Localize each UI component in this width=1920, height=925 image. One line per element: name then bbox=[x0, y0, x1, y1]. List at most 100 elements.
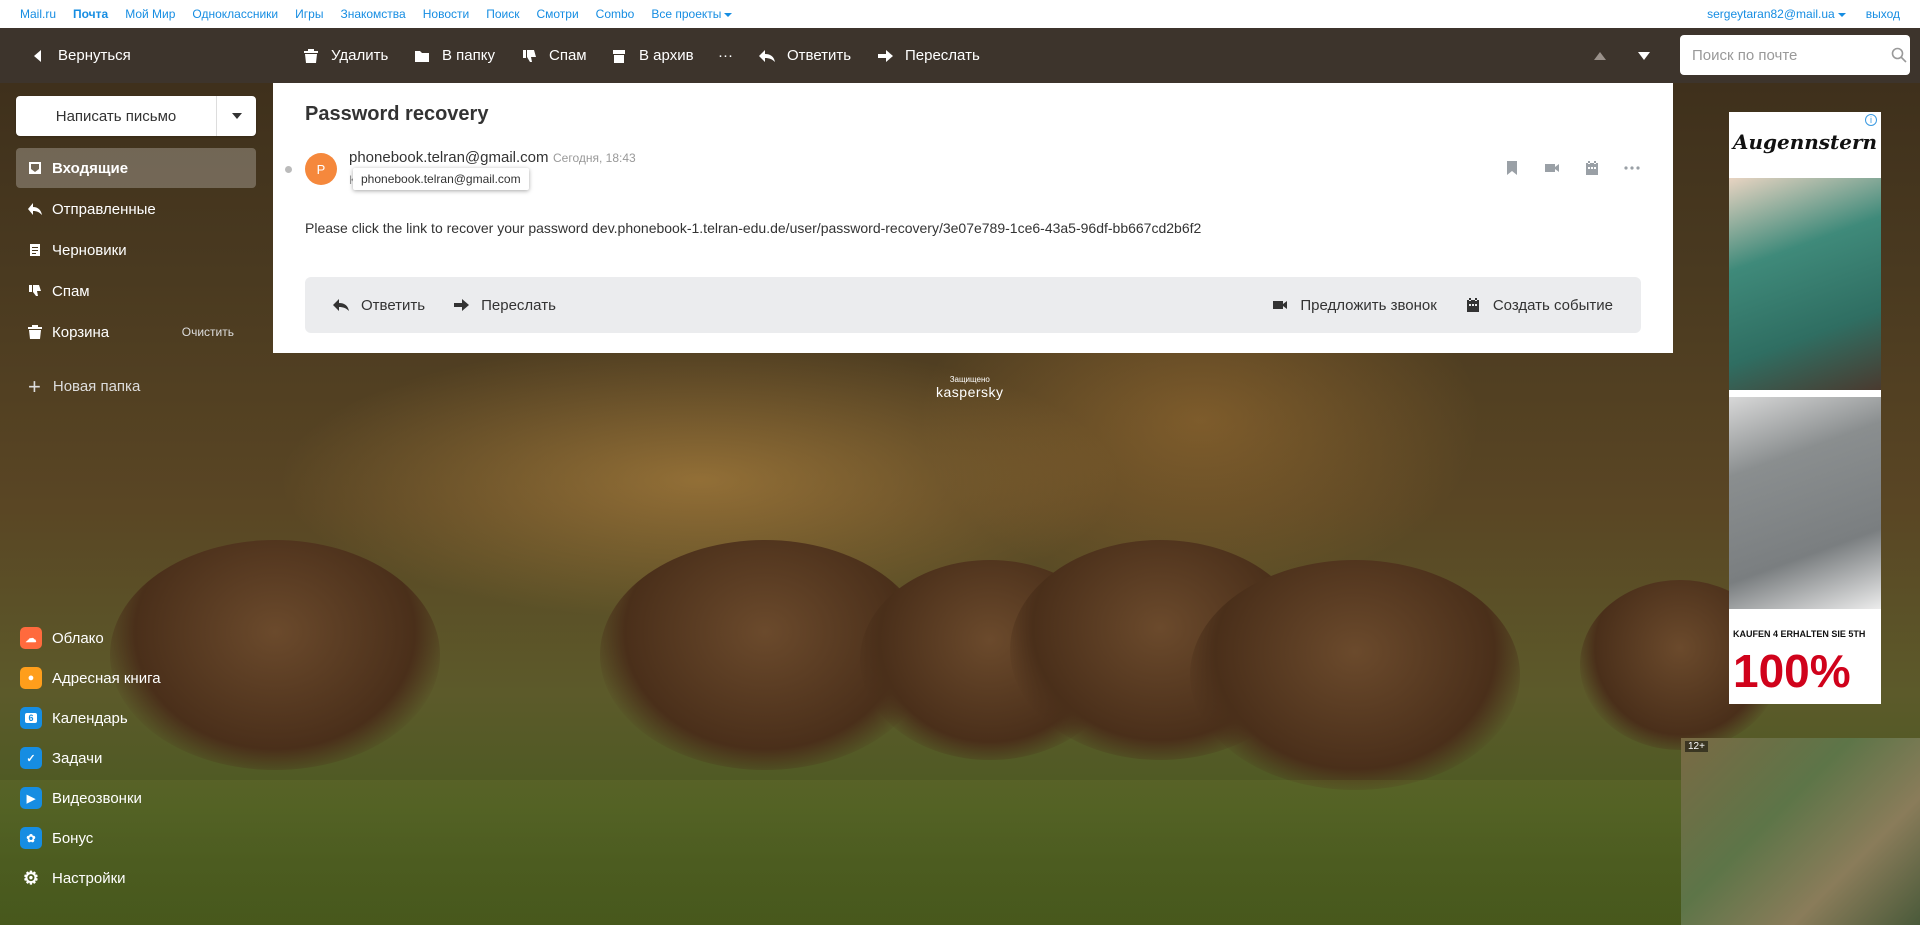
app-calendar[interactable]: 6 Календарь bbox=[20, 707, 128, 729]
forward-button[interactable]: Переслать bbox=[453, 297, 556, 314]
avatar[interactable]: P bbox=[305, 153, 337, 185]
move-to-folder-button[interactable]: В папку bbox=[414, 28, 495, 83]
forward-label: Переслать bbox=[481, 296, 556, 314]
app-label: Задачи bbox=[52, 749, 103, 767]
sidebar-item-drafts[interactable]: Черновики bbox=[16, 230, 256, 270]
sidebar-item-label: Спам bbox=[52, 282, 90, 300]
sidebar-item-label: Черновики bbox=[52, 241, 127, 259]
trash-icon bbox=[303, 48, 321, 64]
ad-image-sweater-donkey bbox=[1729, 178, 1881, 390]
portal-link-mail[interactable]: Почта bbox=[73, 7, 108, 21]
next-letter-button[interactable] bbox=[1638, 28, 1650, 83]
portal-link-dating[interactable]: Знакомства bbox=[340, 7, 405, 21]
sidebar-item-spam[interactable]: Спам bbox=[16, 271, 256, 311]
search-icon[interactable] bbox=[1891, 47, 1907, 63]
chevron-up-icon bbox=[1594, 51, 1606, 60]
thumbs-down-icon bbox=[521, 48, 539, 64]
spam-label: Спам bbox=[549, 47, 587, 64]
video-icon: ▶ bbox=[20, 787, 42, 809]
account-email: sergeytaran82@mail.ua bbox=[1707, 7, 1835, 21]
ad-banner[interactable]: i Augennstern KAUFEN 4 ERHALTEN SIE 5TH … bbox=[1729, 112, 1881, 704]
create-event-label: Создать событие bbox=[1492, 296, 1613, 314]
letter-panel: Password recovery P phonebook.telran@gma… bbox=[273, 83, 1673, 353]
video-call-icon[interactable] bbox=[1543, 159, 1561, 177]
portal-link-all-projects[interactable]: Все проекты bbox=[651, 7, 733, 21]
app-video-calls[interactable]: ▶ Видеозвонки bbox=[20, 787, 142, 809]
ad-info-icon[interactable]: i bbox=[1865, 114, 1877, 126]
delete-button[interactable]: Удалить bbox=[303, 28, 388, 83]
ad-discount: 100% bbox=[1733, 645, 1851, 697]
app-contacts[interactable]: ● Адресная книга bbox=[20, 667, 161, 689]
reply-bar: Ответить Переслать Предложить звонок Соз… bbox=[305, 277, 1641, 333]
portal-link-games[interactable]: Игры bbox=[295, 7, 323, 21]
reply-button[interactable]: Ответить bbox=[759, 28, 851, 83]
search-input[interactable] bbox=[1692, 46, 1891, 64]
app-tasks[interactable]: ✓ Задачи bbox=[20, 747, 102, 769]
calendar-icon bbox=[1466, 298, 1479, 312]
sidebar-item-trash[interactable]: Корзина Очистить bbox=[16, 312, 256, 352]
reply-button[interactable]: Ответить bbox=[333, 297, 425, 314]
app-label: Настройки bbox=[52, 869, 126, 887]
ad-game-banner[interactable]: 12+ bbox=[1681, 738, 1920, 925]
app-label: Календарь bbox=[52, 709, 128, 727]
sidebar: Написать письмо Входящие Отправленные Че… bbox=[0, 83, 272, 925]
folder-move-icon bbox=[414, 48, 432, 64]
suggest-call-button[interactable]: Предложить звонок bbox=[1272, 297, 1437, 314]
calendar-icon[interactable] bbox=[1583, 159, 1601, 177]
forward-icon bbox=[877, 48, 895, 64]
kaspersky-badge: Защищено kaspersky bbox=[936, 375, 1004, 400]
bookmark-icon[interactable] bbox=[1503, 159, 1521, 177]
forward-button[interactable]: Переслать bbox=[877, 28, 980, 83]
create-event-button[interactable]: Создать событие bbox=[1465, 297, 1613, 314]
forward-icon bbox=[454, 299, 470, 311]
sidebar-item-label: Входящие bbox=[52, 159, 129, 177]
portal-link-search[interactable]: Поиск bbox=[486, 7, 519, 21]
reply-bar-right: Предложить звонок Создать событие bbox=[1272, 297, 1641, 314]
portal-bar: Mail.ru Почта Мой Мир Одноклассники Игры… bbox=[0, 0, 1920, 28]
logout-link[interactable]: выход bbox=[1866, 7, 1900, 21]
ad-promo-text: KAUFEN 4 ERHALTEN SIE 5TH bbox=[1733, 629, 1866, 639]
archive-icon bbox=[611, 48, 629, 64]
account-menu[interactable]: sergeytaran82@mail.ua bbox=[1707, 7, 1846, 21]
read-status-dot[interactable] bbox=[285, 166, 292, 173]
delete-label: Удалить bbox=[331, 47, 389, 64]
sender-email[interactable]: phonebook.telran@gmail.com bbox=[349, 149, 549, 166]
portal-link-news[interactable]: Новости bbox=[423, 7, 469, 21]
archive-label: В архив bbox=[639, 47, 694, 64]
reply-icon bbox=[759, 48, 777, 64]
app-label: Облако bbox=[52, 629, 104, 647]
sidebar-item-sent[interactable]: Отправленные bbox=[16, 189, 256, 229]
back-button[interactable]: Вернуться bbox=[30, 28, 131, 83]
letter-subject: Password recovery bbox=[305, 103, 489, 125]
compose-button[interactable]: Написать письмо bbox=[16, 96, 256, 136]
archive-button[interactable]: В архив bbox=[611, 28, 694, 83]
calendar-day: 6 bbox=[25, 713, 37, 723]
portal-link-combo[interactable]: Combo bbox=[596, 7, 635, 21]
more-button[interactable]: ··· bbox=[718, 28, 733, 83]
prev-letter-button[interactable] bbox=[1594, 28, 1606, 83]
more-icon: ··· bbox=[718, 47, 733, 64]
portal-link-ok[interactable]: Одноклассники bbox=[192, 7, 278, 21]
account-area: sergeytaran82@mail.ua выход bbox=[1707, 7, 1920, 21]
portal-link-watch[interactable]: Смотри bbox=[536, 7, 578, 21]
all-projects-label: Все проекты bbox=[651, 7, 722, 21]
chevron-down-icon bbox=[724, 12, 733, 17]
chevron-down-icon bbox=[231, 113, 242, 119]
portal-link-mailru[interactable]: Mail.ru bbox=[20, 7, 56, 21]
compose-dropdown[interactable] bbox=[216, 96, 256, 136]
ad-brand: Augennstern bbox=[1732, 130, 1878, 154]
more-icon[interactable] bbox=[1623, 159, 1641, 177]
drafts-icon bbox=[28, 243, 42, 257]
tasks-icon: ✓ bbox=[20, 747, 42, 769]
new-folder-button[interactable]: + Новая папка bbox=[28, 376, 140, 398]
trash-icon bbox=[28, 325, 42, 339]
app-cloud[interactable]: ☁ Облако bbox=[20, 627, 104, 649]
clear-trash-button[interactable]: Очистить bbox=[182, 325, 234, 339]
back-label: Вернуться bbox=[58, 47, 131, 64]
spam-button[interactable]: Спам bbox=[521, 28, 587, 83]
portal-link-myworld[interactable]: Мой Мир bbox=[125, 7, 175, 21]
app-settings[interactable]: ⚙ Настройки bbox=[20, 867, 126, 889]
app-bonus[interactable]: ✿ Бонус bbox=[20, 827, 93, 849]
chevron-down-icon bbox=[1837, 12, 1846, 17]
sidebar-item-inbox[interactable]: Входящие bbox=[16, 148, 256, 188]
